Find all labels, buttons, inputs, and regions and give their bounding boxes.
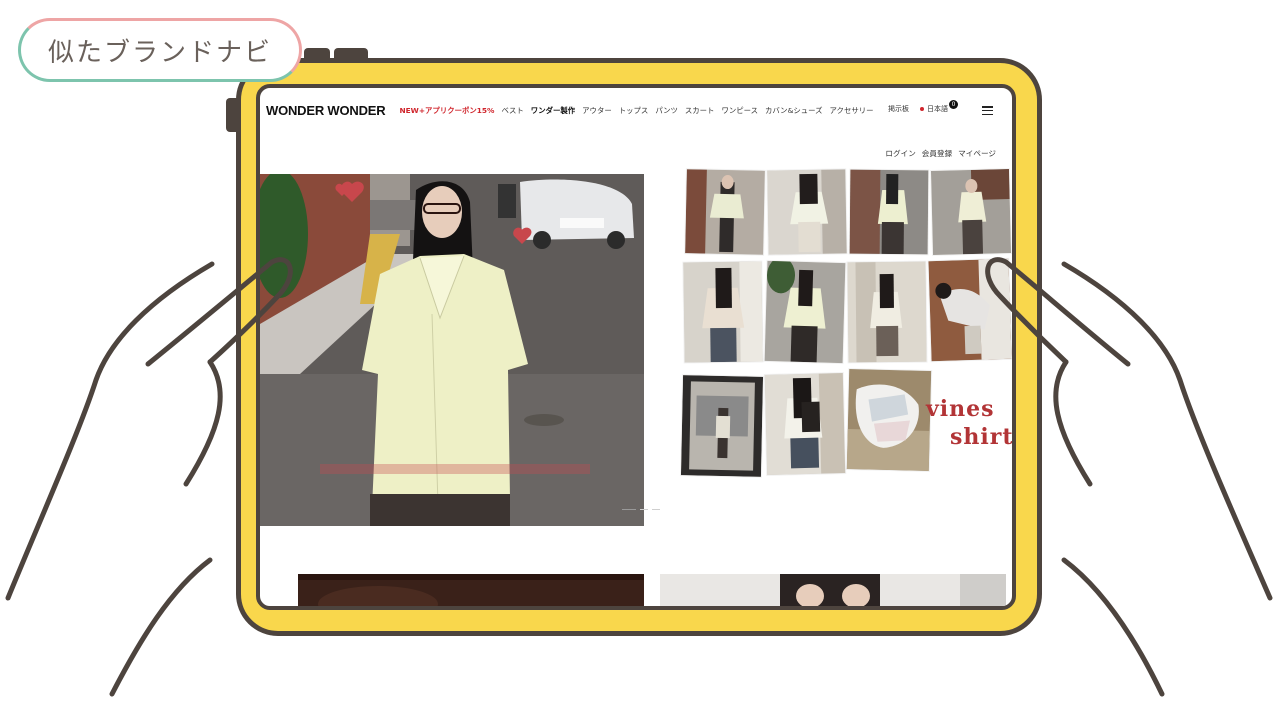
collage-caption-line1: vines [926,396,995,422]
collage-photo[interactable] [764,373,846,475]
mypage-link[interactable]: マイページ [958,148,996,159]
language-dot-icon [920,107,924,111]
nav-item-accessories[interactable]: アクセサリー [830,105,874,116]
tablet-screen: WONDER WONDER NEW+アプリクーポン15% ベスト ワンダー製作 … [256,84,1016,610]
collage-photo[interactable] [680,375,764,477]
nav-item-new-coupon[interactable]: NEW+アプリクーポン15% [399,105,494,116]
collage-photo[interactable] [847,261,927,363]
collage-caption-line2: shirt [950,424,1014,450]
hero-slide-indicator[interactable] [622,509,660,510]
nav-item-outer[interactable]: アウター [582,105,612,116]
site-logo[interactable]: WONDER WONDER [266,103,386,118]
hero-banner-image[interactable] [260,174,644,526]
badge-label: 似たブランドナビ [47,37,272,68]
hamburger-menu-icon[interactable] [982,106,993,115]
nav-item-wonder-made[interactable]: ワンダー製作 [531,105,575,116]
board-link[interactable]: 掲示板 [888,104,909,114]
account-links: ログイン 会員登録 マイページ [885,148,996,159]
board-label[interactable]: 掲示板 [888,104,909,114]
collage-photo[interactable] [764,260,846,364]
collage-photo[interactable] [849,169,929,255]
register-link[interactable]: 会員登録 [922,148,952,159]
nav-item-best[interactable]: ベスト [501,105,523,116]
collage-photo[interactable] [930,169,1012,255]
collage-photo[interactable] [683,261,763,363]
nav-item-tops[interactable]: トップス [619,105,649,116]
feature-card-right[interactable] [660,574,1006,606]
collage-photo[interactable] [767,169,847,255]
main-nav: NEW+アプリクーポン15% ベスト ワンダー製作 アウター トップス パンツ … [399,105,873,116]
feature-card-left[interactable] [298,574,644,606]
nav-item-onepiece[interactable]: ワンピース [721,105,758,116]
collage-photo[interactable] [685,169,765,255]
cart-count-value: 0 [951,101,956,108]
cart-count-badge[interactable]: 0 [949,100,958,109]
collage-photo[interactable] [928,258,1012,362]
language-label[interactable]: 日本語 [927,104,948,114]
nav-item-pants[interactable]: パンツ [655,105,678,116]
collage-photo[interactable] [846,369,932,471]
language-selector[interactable]: 日本語 [920,104,948,114]
nav-item-bags-shoes[interactable]: カバン&シューズ [765,105,823,116]
login-link[interactable]: ログイン [885,148,915,159]
product-collage: vines shirt [680,169,1014,490]
nav-item-skirt[interactable]: スカート [685,105,715,116]
brand-navi-badge: 似たブランドナビ [18,18,302,82]
